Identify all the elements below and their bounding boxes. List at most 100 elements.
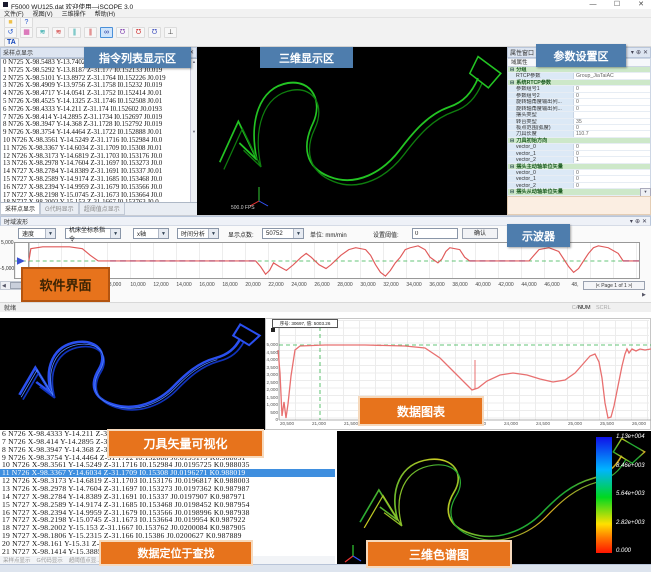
perp-icon[interactable]: ⊥ xyxy=(164,27,177,38)
prop-name: RTCP参数 xyxy=(508,73,574,78)
chevron-down-icon[interactable]: ▾ xyxy=(630,218,633,225)
chevron-down-icon[interactable]: ▼ xyxy=(293,229,303,238)
signal-select[interactable]: 速度▼ xyxy=(18,228,56,239)
tool-vector-view[interactable] xyxy=(0,318,265,430)
pager[interactable]: |< Page 1 of 1 >| xyxy=(583,281,645,290)
hatch-teal-icon[interactable]: ∥ xyxy=(68,27,81,38)
close-icon[interactable]: ✕ xyxy=(642,218,647,225)
gcode-row[interactable]: 12 N726 X-98.3173 Y-14.6819 Z-31.1703 I0… xyxy=(1,153,196,161)
minimize-button[interactable]: — xyxy=(586,0,600,9)
data-row[interactable]: 14 N727 X-98.2784 Y-14.8389 Z-31.1691 I0… xyxy=(0,493,335,501)
gcode-row[interactable]: 4 N726 X-98.4717 Y-14.0541 Z-31.1752 I0.… xyxy=(1,90,196,98)
hatch-red-icon[interactable]: ∥ xyxy=(84,27,97,38)
chevron-down-icon[interactable]: ▼ xyxy=(208,229,218,238)
gcode-list[interactable]: 0 N725 X-98.5483 Y-13.7402 Z-31.1776 I0.… xyxy=(0,58,197,203)
prop-value[interactable]: 0 xyxy=(574,183,650,188)
collapse-icon[interactable]: ⊟ xyxy=(510,67,514,72)
prop-value[interactable]: Group_JiaTaiAC xyxy=(574,73,650,78)
wave-teal-icon[interactable]: ≋ xyxy=(36,27,49,38)
scroll-right-icon[interactable]: ▶ xyxy=(642,291,646,299)
axis-select[interactable]: x轴▼ xyxy=(133,228,169,239)
chart-x-tick: 20,500 xyxy=(273,421,301,426)
gcode-row[interactable]: 2 N725 X-98.5101 Y-13.8972 Z-31.1764 I0.… xyxy=(1,75,196,83)
collapse-icon[interactable]: ⊟ xyxy=(510,80,514,85)
gcode-row[interactable]: 14 N727 X-98.2784 Y-14.8389 Z-31.1691 I0… xyxy=(1,168,196,176)
maximize-button[interactable]: ☐ xyxy=(610,0,624,9)
gcode-row[interactable]: 8 N726 X-98.3947 Y-14.368 Z-31.1728 I0.1… xyxy=(1,121,196,129)
u-red-icon[interactable]: Ʊ xyxy=(132,27,145,38)
pin-icon[interactable]: ⊕ xyxy=(636,49,641,56)
prop-name: 摆头类型 xyxy=(508,112,574,117)
prop-value[interactable]: 0 xyxy=(574,151,650,156)
data-row[interactable]: 17 N727 X-98.2198 Y-15.0745 Z-31.1673 I0… xyxy=(0,516,335,524)
gcode-row[interactable]: 15 N727 X-98.2589 Y-14.9174 Z-31.1685 I0… xyxy=(1,176,196,184)
status-num: NUM xyxy=(578,305,591,311)
threshold-input[interactable] xyxy=(412,228,458,239)
property-grid[interactable]: ⊟分组RTCP参数Group_JiaTaiAC⊟系统RTCP参数参数组号10参数… xyxy=(507,67,651,196)
gcode-row[interactable]: 5 N726 X-98.4525 Y-14.1325 Z-31.1746 I0.… xyxy=(1,98,196,106)
pin-icon[interactable]: ⊕ xyxy=(635,218,640,225)
prop-value[interactable]: 0 xyxy=(574,106,650,111)
prop-value[interactable]: 0 xyxy=(574,176,650,181)
coord-select[interactable]: 机床坐标系指令▼ xyxy=(65,228,121,239)
gcode-scrollbar[interactable]: ▲▼ xyxy=(190,59,197,202)
confirm-button[interactable]: 确认 xyxy=(462,228,498,239)
data-row[interactable]: 18 N727 X-98.2002 Y-15.153 Z-31.1667 I0.… xyxy=(0,524,335,532)
u-blue-icon[interactable]: Ʊ xyxy=(148,27,161,38)
data-row[interactable]: 15 N727 X-98.2589 Y-14.9174 Z-31.1685 I0… xyxy=(0,501,335,509)
chevron-down-icon[interactable]: ▼ xyxy=(110,229,120,238)
chart-y-tick: 3,500 xyxy=(265,365,278,370)
prop-value[interactable] xyxy=(574,112,650,117)
scroll-left-icon[interactable]: ◀ xyxy=(2,282,6,290)
prop-value[interactable]: 110.7 xyxy=(574,131,650,136)
left-tab[interactable]: 采样点显示 xyxy=(0,203,40,215)
close-icon[interactable]: ✕ xyxy=(643,49,648,56)
chevron-down-icon[interactable]: ▾ xyxy=(631,49,634,56)
close-button[interactable]: ✕ xyxy=(634,0,648,9)
gcode-row[interactable]: 7 N726 X-98.414 Y-14.2895 Z-31.1734 I0.1… xyxy=(1,114,196,122)
prop-value[interactable]: 0 xyxy=(574,144,650,149)
prop-value[interactable]: 35 xyxy=(574,119,650,124)
analysis-select[interactable]: 时间分析▼ xyxy=(177,228,219,239)
viewport-3d[interactable]: 500.0 FPS xyxy=(197,47,507,215)
gcode-row[interactable]: 16 N727 X-98.2394 Y-14.9959 Z-31.1679 I0… xyxy=(1,184,196,192)
gcode-row[interactable]: 13 N726 X-98.2978 Y-14.7604 Z-31.1697 I0… xyxy=(1,160,196,168)
gcode-row[interactable]: 9 N726 X-98.3754 Y-14.4464 Z-31.1722 I0.… xyxy=(1,129,196,137)
prop-value[interactable]: 0 xyxy=(574,125,650,130)
collapse-icon[interactable]: ⊟ xyxy=(510,164,514,169)
color-scale-label: 8.46e+003 xyxy=(616,463,645,469)
prop-value[interactable]: 1 xyxy=(574,157,650,162)
data-row[interactable]: 16 N727 X-98.2394 Y-14.9959 Z-31.1679 I0… xyxy=(0,509,335,517)
u-purple-icon[interactable]: Ʊ xyxy=(116,27,129,38)
gcode-row[interactable]: 3 N726 X-98.4909 Y-13.9756 Z-31.1758 I0.… xyxy=(1,82,196,90)
prop-value[interactable]: 0 xyxy=(574,86,650,91)
prop-value[interactable]: 0 xyxy=(574,93,650,98)
prop-value[interactable]: 0 xyxy=(574,170,650,175)
data-row[interactable]: 19 N727 X-98.1806 Y-15.2315 Z-31.166 I0.… xyxy=(0,532,335,540)
collapse-icon[interactable]: ⊟ xyxy=(510,189,514,194)
ta-button[interactable]: TA xyxy=(4,38,19,47)
points-count-select[interactable]: 50752▼ xyxy=(262,228,304,239)
prop-value[interactable]: 0 xyxy=(574,99,650,104)
gcode-row[interactable]: 10 N726 X-98.3561 Y-14.5249 Z-31.1716 I0… xyxy=(1,137,196,145)
gcode-row[interactable]: 17 N727 X-98.2198 Y-15.0745 Z-31.1673 I0… xyxy=(1,192,196,200)
wave-red-icon[interactable]: ≋ xyxy=(52,27,65,38)
refresh-icon[interactable]: ↺ xyxy=(4,27,17,38)
data-row[interactable]: 13 N726 X-98.2978 Y-14.7604 Z-31.1697 I0… xyxy=(0,485,335,493)
data-row[interactable]: 12 N726 X-98.3173 Y-14.6819 Z-31.1703 I0… xyxy=(0,477,335,485)
left-tab[interactable]: 超阈值点显示 xyxy=(79,203,125,215)
display-icon[interactable]: ▦ xyxy=(20,27,33,38)
chevron-down-icon[interactable]: ▼ xyxy=(158,229,168,238)
loop-icon[interactable]: ∞ xyxy=(100,27,113,38)
left-tab[interactable]: G代码显示 xyxy=(40,203,79,215)
data-row[interactable]: 10 N726 X-98.3561 Y-14.5249 Z-31.1716 I0… xyxy=(0,461,335,469)
prop-section-label: 分组 xyxy=(516,67,526,72)
gcode-row[interactable]: 6 N726 X-98.4333 Y-14.211 Z-31.174 I0.15… xyxy=(1,106,196,114)
chevron-down-icon[interactable]: ▼ xyxy=(45,229,55,238)
collapse-icon[interactable]: ⊟ xyxy=(510,138,514,143)
data-row[interactable]: 11 N726 X-98.3367 Y-14.6034 Z-31.1709 I0… xyxy=(0,469,335,477)
prop-section-label: 摆头从动轴单位矢量 xyxy=(516,189,563,194)
gcode-row[interactable]: 11 N726 X-98.3367 Y-14.6034 Z-31.1709 I0… xyxy=(1,145,196,153)
callout-viewport: 三维显示区 xyxy=(260,47,353,68)
callout-data-chart: 数据图表 xyxy=(358,396,484,426)
